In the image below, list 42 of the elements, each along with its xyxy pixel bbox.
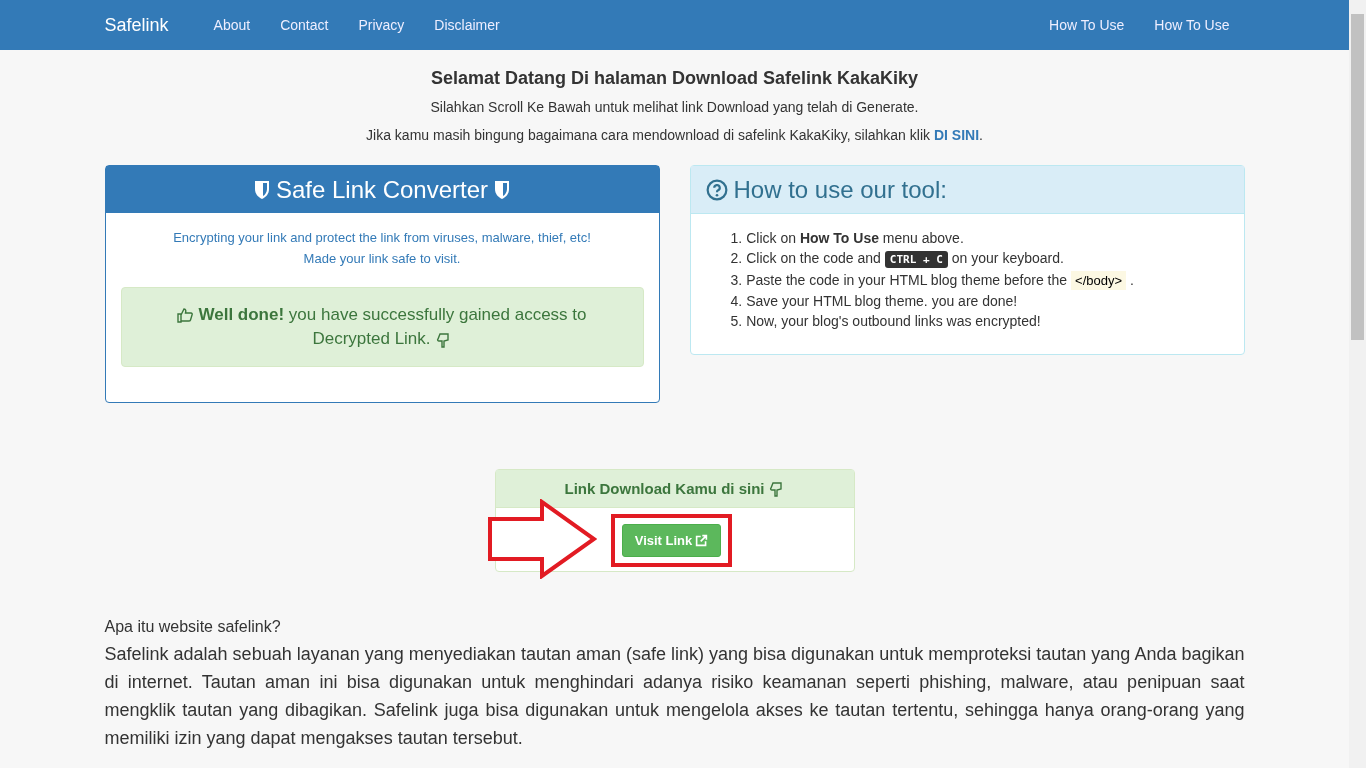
nav-link[interactable]: How To Use (1034, 17, 1140, 33)
key-combo: CTRL + C (884, 251, 948, 268)
alert-text: Decrypted Link. (312, 328, 431, 351)
nav-link[interactable]: How To Use (1139, 17, 1245, 33)
list-number: 5. (730, 313, 743, 329)
question-icon (705, 178, 728, 201)
step-text: Paste the code in your HTML blog theme before the (746, 272, 1068, 288)
panel-title: How to use our tool: (733, 175, 947, 204)
description-text: Made your link safe to visit. (302, 250, 462, 267)
article-text: Safelink adalah sebuah layanan yang menyediakan tautan aman (safe link) yang bisa digunakan untuk memproteksi tautan yang Anda bagikan di internet. Tautan aman ini bisa digunakan untuk menghindari adanya risiko keamanan seperti phishing, malware, atau penipuan saat mengklik tautan yang dibagikan. Safelink juga bisa digunakan untuk mengelola akses ke tautan tertentu, sehingga hanya orang-orang yang memiliki izin yang dapat mengakses tautan tersebut. (104, 643, 1245, 750)
list-number: 1. (730, 230, 743, 246)
step-text: on your keyboard. (951, 250, 1064, 266)
panel-title: Safe Link Converter (275, 175, 489, 204)
shield-icon (494, 179, 511, 200)
scrollbar[interactable] (1349, 0, 1366, 768)
step-text: . (1130, 272, 1134, 288)
pointing-down-icon (435, 331, 452, 348)
pointing-down-icon (768, 480, 785, 497)
step-text: Save your HTML blog theme. you are done! (746, 293, 1018, 309)
nav-link[interactable]: Disclaimer (419, 17, 515, 33)
step-text: Click on How To Use menu above. (746, 230, 964, 246)
nav-link[interactable]: Contact (265, 17, 344, 33)
download-title: Link Download Kamu di sini (564, 480, 765, 497)
brand-link[interactable]: Safelink (104, 14, 199, 36)
visit-link-button[interactable]: Visit Link (621, 524, 722, 557)
list-number: 3. (730, 272, 743, 288)
nav-link[interactable]: About (198, 17, 266, 33)
step-text: Click on the code and (746, 250, 881, 266)
shield-icon (253, 179, 270, 200)
page-title: Selamat Datang Di halaman Download Safelink KakaKiky (429, 68, 920, 89)
list-number: 2. (730, 250, 743, 266)
external-link-icon (695, 534, 709, 547)
thumbs-up-icon (177, 306, 194, 323)
code-snippet: </body> (1071, 271, 1127, 290)
intro-text: Silahkan Scroll Ke Bawah untuk melihat link Download yang telah di Generate. (429, 99, 920, 115)
list-number: 4. (730, 293, 743, 309)
article-heading: Apa itu website safelink? (104, 618, 282, 636)
description-text: Encrypting your link and protect the link from viruses, malware, thief, etc! (172, 230, 592, 246)
alert-text: Well done! you have successfully gained access to (198, 303, 587, 326)
nav-link[interactable]: Privacy (343, 17, 420, 33)
step-text: Now, your blog's outbound links was encrypted! (746, 313, 1041, 329)
intro-text: Jika kamu masih bingung bagaimana cara mendownload di safelink KakaKiky, silahkan klik DI SINI. (365, 127, 984, 143)
